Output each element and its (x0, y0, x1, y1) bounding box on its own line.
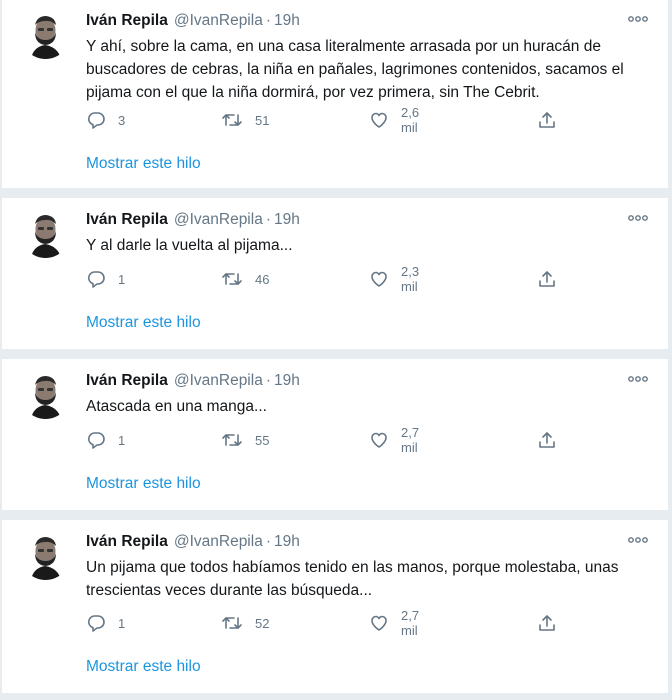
tweet[interactable]: Iván Repila @IvanRepila · 19h Atascada en u… (1, 358, 669, 511)
tweet-feed: Iván Repila @IvanRepila · 19h Y ahí, sobre … (1, 0, 669, 694)
share-button[interactable] (537, 269, 557, 289)
share-button[interactable] (537, 613, 557, 633)
separator: · (265, 211, 271, 228)
like-icon (369, 110, 389, 130)
retweet-button[interactable]: 52 (221, 613, 269, 633)
tweet-time[interactable]: 19h (274, 211, 300, 228)
show-thread-link[interactable]: Mostrar este hilo (86, 314, 201, 332)
like-icon (369, 613, 389, 633)
reply-count: 1 (118, 615, 126, 631)
reply-icon (86, 110, 106, 130)
tweet-header: Iván Repila @IvanRepila · 19h (86, 371, 300, 391)
retweet-button[interactable]: 51 (221, 110, 269, 130)
more-options-icon[interactable] (626, 10, 650, 28)
like-count: 2,3 mil (401, 264, 420, 294)
tweet[interactable]: Iván Repila @IvanRepila · 19h Y ahí, sobre … (1, 0, 669, 189)
like-icon (369, 430, 389, 450)
tweet-time[interactable]: 19h (274, 12, 300, 29)
like-button[interactable]: 2,7 mil (369, 608, 419, 638)
retweet-button[interactable]: 55 (221, 430, 269, 450)
separator: · (265, 12, 271, 29)
retweet-count: 55 (255, 432, 270, 448)
author-name[interactable]: Iván Repila (86, 372, 168, 389)
author-name[interactable]: Iván Repila (86, 211, 168, 228)
tweet[interactable]: Iván Repila @IvanRepila · 19h Un pijama que… (1, 519, 669, 694)
share-icon (537, 110, 557, 130)
reply-count: 1 (118, 271, 126, 287)
author-handle[interactable]: @IvanRepila (174, 533, 263, 550)
show-thread-link[interactable]: Mostrar este hilo (86, 658, 201, 676)
retweet-button[interactable]: 46 (221, 269, 269, 289)
like-button[interactable]: 2,3 mil (369, 264, 419, 294)
show-thread-link[interactable]: Mostrar este hilo (86, 155, 201, 173)
reply-icon (86, 613, 106, 633)
separator: · (265, 533, 271, 550)
tweet[interactable]: Iván Repila @IvanRepila · 19h Y al darle la… (1, 197, 669, 350)
like-button[interactable]: 2,7 mil (369, 425, 419, 455)
retweet-icon (221, 430, 243, 450)
reply-icon (86, 430, 106, 450)
more-options-icon[interactable] (626, 531, 650, 549)
tweet-header: Iván Repila @IvanRepila · 19h (86, 532, 300, 552)
author-handle[interactable]: @IvanRepila (174, 372, 263, 389)
share-icon (537, 269, 557, 289)
retweet-icon (221, 269, 243, 289)
share-icon (537, 613, 557, 633)
tweet-header: Iván Repila @IvanRepila · 19h (86, 11, 300, 31)
author-avatar[interactable] (21, 209, 70, 258)
tweet-time[interactable]: 19h (274, 372, 300, 389)
reply-count: 3 (118, 112, 126, 128)
author-handle[interactable]: @IvanRepila (174, 12, 263, 29)
reply-button[interactable]: 1 (86, 613, 125, 633)
tweet-time[interactable]: 19h (274, 533, 300, 550)
tweet-text: Un pijama que todos habíamos tenido en l… (86, 559, 619, 599)
share-button[interactable] (537, 110, 557, 130)
like-button[interactable]: 2,6 mil (369, 105, 419, 135)
reply-icon (86, 269, 106, 289)
like-count: 2,7 mil (401, 608, 420, 638)
more-options-icon[interactable] (626, 209, 650, 227)
author-name[interactable]: Iván Repila (86, 12, 168, 29)
retweet-icon (221, 110, 243, 130)
more-options-icon[interactable] (626, 370, 650, 388)
author-avatar[interactable] (21, 370, 70, 419)
retweet-icon (221, 613, 243, 633)
separator: · (265, 372, 271, 389)
show-thread-link[interactable]: Mostrar este hilo (86, 475, 201, 493)
author-name[interactable]: Iván Repila (86, 533, 168, 550)
like-count: 2,6 mil (401, 105, 420, 135)
tweet-text: Y al darle la vuelta al pijama... (86, 237, 293, 254)
retweet-count: 52 (255, 615, 270, 631)
reply-count: 1 (118, 432, 126, 448)
author-handle[interactable]: @IvanRepila (174, 211, 263, 228)
reply-button[interactable]: 1 (86, 269, 125, 289)
share-button[interactable] (537, 430, 557, 450)
tweet-text: Atascada en una manga... (86, 398, 267, 415)
like-count: 2,7 mil (401, 425, 420, 455)
reply-button[interactable]: 1 (86, 430, 125, 450)
tweet-text: Y ahí, sobre la cama, en una casa litera… (86, 38, 624, 101)
retweet-count: 46 (255, 271, 270, 287)
author-avatar[interactable] (21, 10, 70, 59)
tweet-header: Iván Repila @IvanRepila · 19h (86, 210, 300, 230)
author-avatar[interactable] (21, 531, 70, 580)
share-icon (537, 430, 557, 450)
like-icon (369, 269, 389, 289)
retweet-count: 51 (255, 112, 270, 128)
reply-button[interactable]: 3 (86, 110, 125, 130)
